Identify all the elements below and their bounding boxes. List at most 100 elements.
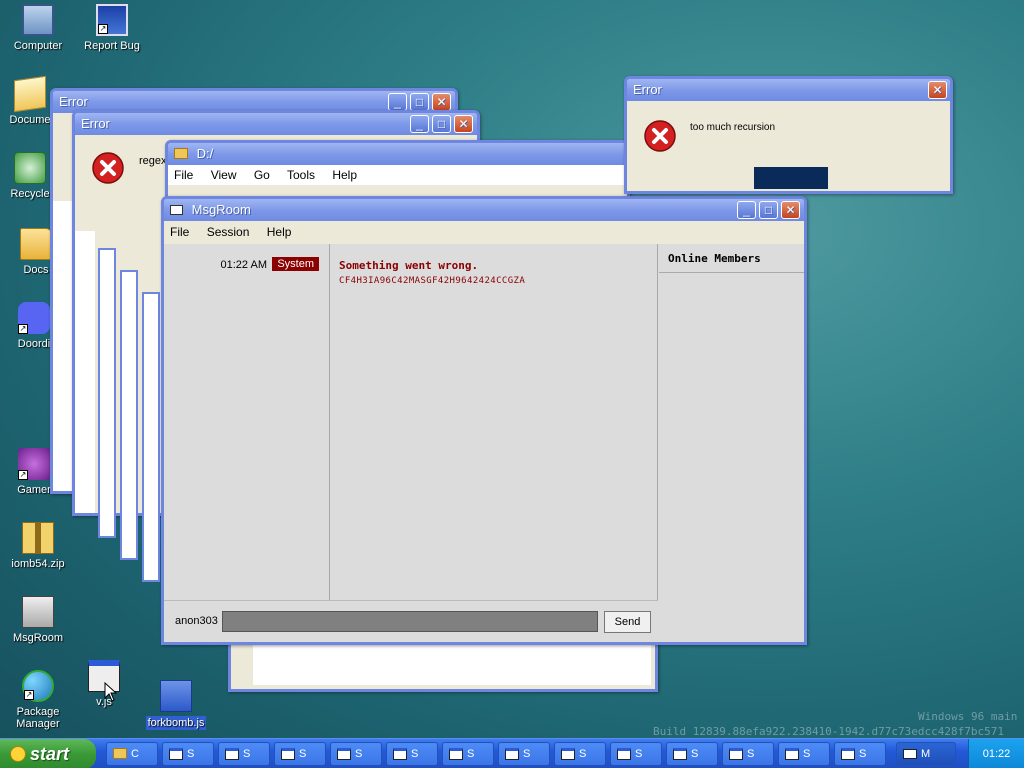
menu-item-help[interactable]: Help <box>267 225 292 239</box>
desktop-icon-computer[interactable]: Computer <box>0 4 76 52</box>
error-dialog[interactable]: Error ✕ too much recursion OK <box>624 76 953 194</box>
menu-bar: File View Go Tools Help <box>168 165 627 185</box>
zip-file-icon <box>22 522 54 554</box>
taskbar-button-label: S <box>187 748 195 760</box>
desktop-icon-label: Package Manager <box>16 706 60 730</box>
close-button[interactable]: ✕ <box>781 201 800 219</box>
window-titlebar[interactable]: MsgRoom _ □ ✕ <box>164 199 804 221</box>
menu-item-help[interactable]: Help <box>332 168 357 182</box>
taskbar-button-window[interactable]: S <box>722 742 774 766</box>
window-icon <box>505 748 519 760</box>
message-meta-column: 01:22 AM System <box>164 244 330 600</box>
taskbar-button-label: S <box>355 748 363 760</box>
menu-item-file[interactable]: File <box>170 225 189 239</box>
window-titlebar[interactable]: Error _ □ ✕ <box>75 113 477 135</box>
window-icon <box>617 748 631 760</box>
close-button[interactable]: ✕ <box>432 93 451 111</box>
window-titlebar[interactable]: D:/ <box>168 143 627 165</box>
minimize-button[interactable]: _ <box>410 115 429 133</box>
window-icon <box>225 748 239 760</box>
taskbar-button-label: M <box>921 748 931 760</box>
desktop-icon-msgroom[interactable]: MsgRoom <box>0 596 76 644</box>
window-icon <box>841 748 855 760</box>
desktop-icon-package-manager[interactable]: ↗ Package Manager <box>0 670 76 730</box>
menu-item-tools[interactable]: Tools <box>287 168 315 182</box>
window-title: Error <box>59 94 88 109</box>
error-icon <box>92 152 124 184</box>
noise-pattern <box>75 231 95 513</box>
menu-item-go[interactable]: Go <box>254 168 270 182</box>
send-button[interactable]: Send <box>604 611 651 633</box>
menu-item-view[interactable]: View <box>211 168 237 182</box>
smiley-logo-icon <box>10 746 26 762</box>
minimize-button[interactable]: _ <box>737 201 756 219</box>
taskbar-button-window[interactable]: S <box>162 742 214 766</box>
close-button[interactable]: ✕ <box>928 81 947 99</box>
taskbar-button-window[interactable]: S <box>330 742 382 766</box>
taskbar-button-window[interactable]: S <box>610 742 662 766</box>
desktop-icon-zip[interactable]: iomb54.zip <box>0 522 76 570</box>
window-title: Error <box>81 116 110 131</box>
taskbar-button-msgroom[interactable]: M <box>896 742 956 766</box>
start-label: start <box>30 744 70 764</box>
desktop-icon-report-bug[interactable]: ↗ Report Bug <box>74 4 150 52</box>
shortcut-arrow-icon: ↗ <box>18 470 28 480</box>
recycle-bin-icon <box>14 152 46 184</box>
ok-button[interactable]: OK <box>754 167 828 189</box>
maximize-button[interactable]: □ <box>410 93 429 111</box>
chat-icon <box>170 205 183 215</box>
dialog-titlebar[interactable]: Error ✕ <box>627 79 950 101</box>
taskbar-button-label: S <box>747 748 755 760</box>
msgroom-window[interactable]: MsgRoom _ □ ✕ File Session Help 01:22 AM… <box>161 196 807 645</box>
taskbar-button-label: S <box>691 748 699 760</box>
error-message-text: too much recursion <box>690 122 776 133</box>
taskbar-button-window[interactable]: S <box>218 742 270 766</box>
taskbar-button-window[interactable]: S <box>554 742 606 766</box>
noise-pattern <box>120 270 138 560</box>
system-tray-clock[interactable]: 01:22 <box>968 739 1024 768</box>
error-icon <box>644 120 676 152</box>
taskbar-button-label: S <box>859 748 867 760</box>
window-icon <box>169 748 183 760</box>
gamer-icon: ↗ <box>18 448 50 480</box>
taskbar-button-explorer[interactable]: C <box>106 742 158 766</box>
report-bug-icon: ↗ <box>96 4 128 36</box>
maximize-button[interactable]: □ <box>759 201 778 219</box>
taskbar-button-label: S <box>803 748 811 760</box>
build-watermark-line1: Windows 96 main <box>918 710 1018 723</box>
taskbar-button-label: S <box>411 748 419 760</box>
close-button[interactable]: ✕ <box>454 115 473 133</box>
taskbar: start C S S S S S S S S S S S S S M 01:2… <box>0 738 1024 768</box>
message-content-column: Something went wrong. CF4H3IA96C42MASGF4… <box>331 244 658 600</box>
start-button[interactable]: start <box>0 739 96 768</box>
maximize-button[interactable]: □ <box>432 115 451 133</box>
window-icon <box>337 748 351 760</box>
desktop-icon-label: forkbomb.js <box>145 716 207 730</box>
desktop-icon-forkbomb[interactable]: forkbomb.js <box>138 680 214 730</box>
composer-bar: anon303 Send <box>164 600 658 642</box>
menu-item-file[interactable]: File <box>174 168 193 182</box>
folder-icon <box>174 148 188 159</box>
window-icon <box>393 748 407 760</box>
taskbar-button-label: S <box>299 748 307 760</box>
folder-icon <box>113 748 127 759</box>
package-manager-icon: ↗ <box>22 670 54 702</box>
taskbar-button-window[interactable]: S <box>498 742 550 766</box>
message-author-badge[interactable]: System <box>272 257 319 271</box>
taskbar-button-window[interactable]: S <box>386 742 438 766</box>
taskbar-button-window[interactable]: S <box>274 742 326 766</box>
taskbar-button-window[interactable]: S <box>666 742 718 766</box>
taskbar-button-window[interactable]: S <box>834 742 886 766</box>
menu-item-session[interactable]: Session <box>207 225 250 239</box>
desktop-icon-label: iomb54.zip <box>11 558 65 570</box>
members-header: Online Members <box>659 244 804 273</box>
window-icon <box>281 748 295 760</box>
message-input[interactable] <box>222 611 598 632</box>
window-icon <box>449 748 463 760</box>
taskbar-button-window[interactable]: S <box>778 742 830 766</box>
noise-pattern <box>98 248 116 538</box>
minimize-button[interactable]: _ <box>388 93 407 111</box>
taskbar-button-window[interactable]: S <box>442 742 494 766</box>
window-icon <box>561 748 575 760</box>
discord-icon: ↗ <box>18 302 50 334</box>
